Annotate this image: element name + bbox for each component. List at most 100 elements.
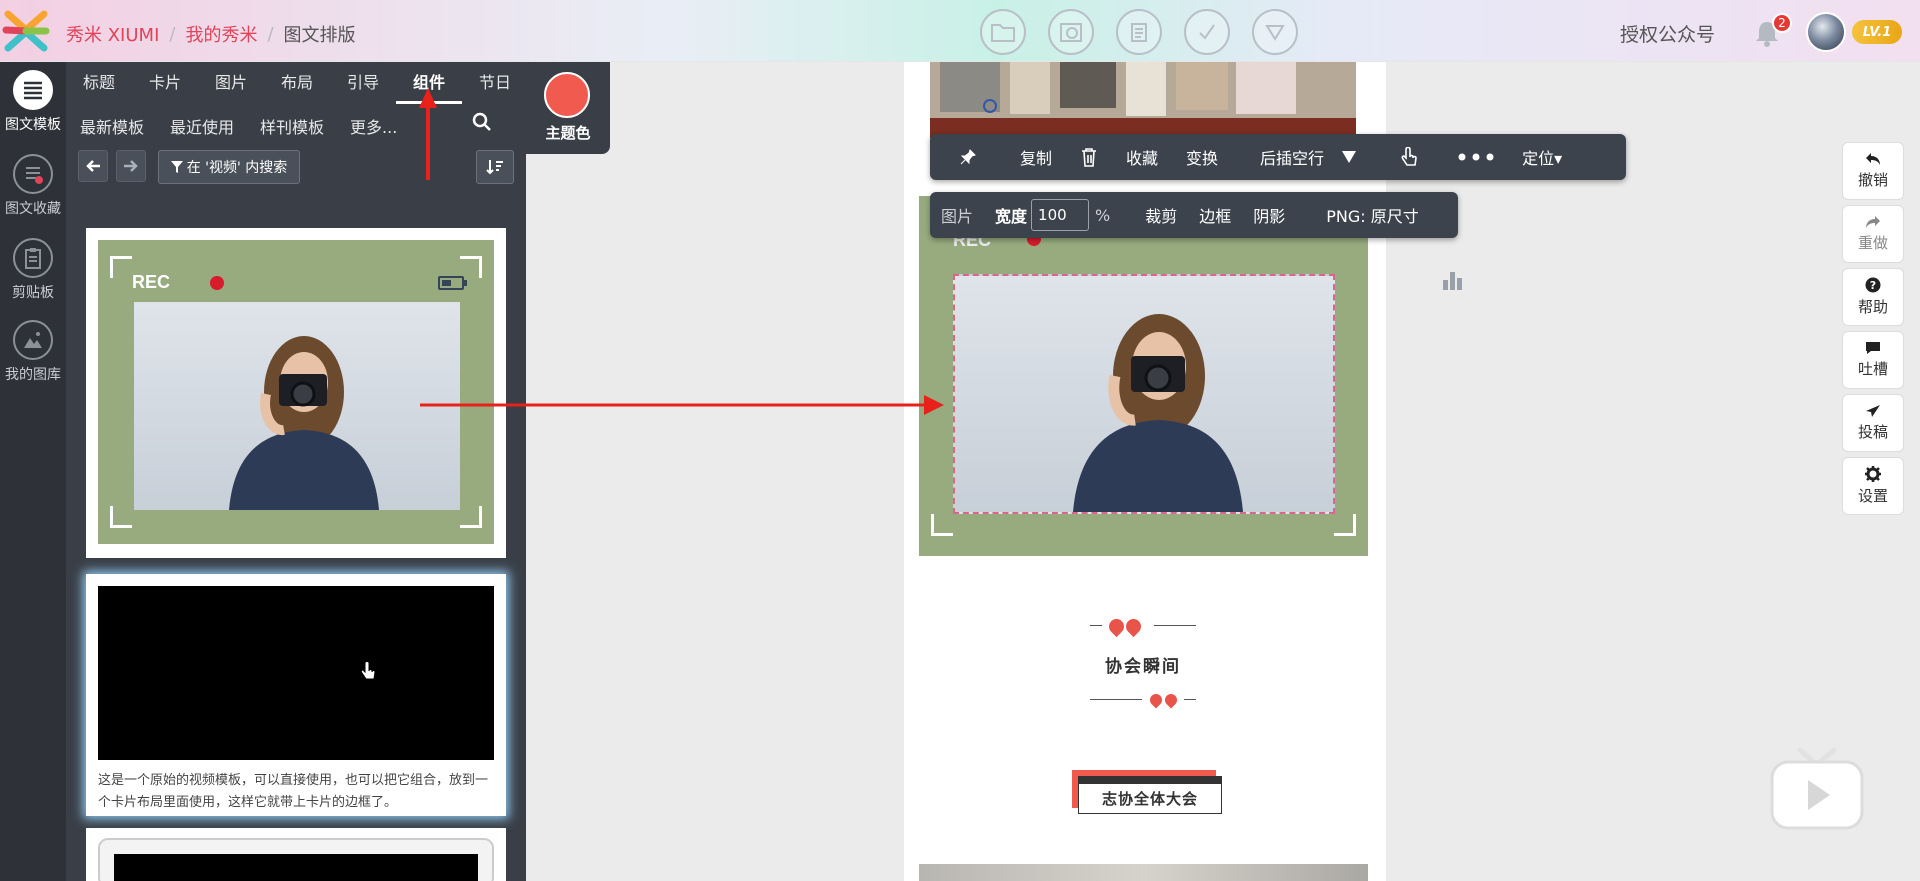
frame-corner-icon [931,514,953,536]
feedback-button[interactable]: 吐槽 [1842,331,1904,389]
template-video-placeholder[interactable]: 这是一个原始的视频模板，可以直接使用，也可以把它组合，放到一个卡片布局里面使用，… [86,574,506,816]
category-tabs: 标题 卡片 图片 布局 引导 组件 节日 [66,72,528,104]
authorize-account-link[interactable]: 授权公众号 [1620,20,1715,47]
redo-button[interactable]: 重做 [1842,205,1904,263]
copy-document-button[interactable] [1116,9,1162,55]
tab-image[interactable]: 图片 [198,72,264,104]
arrow-left-icon [86,160,100,172]
rec-label: REC [132,272,171,292]
sidebar-item-clipboard[interactable]: 剪贴板 [0,238,66,302]
breadcrumb-separator: / [267,23,274,45]
preview-button[interactable] [1184,9,1230,55]
video-placeholder[interactable] [98,586,494,760]
tab-components[interactable]: 组件 [396,72,462,104]
format-painter-button[interactable] [1370,134,1432,180]
tab-holidays[interactable]: 节日 [462,72,528,104]
open-folder-button[interactable] [980,9,1026,55]
tab-guide[interactable]: 引导 [330,72,396,104]
send-icon [1866,405,1880,417]
comment-icon [1866,342,1880,354]
sidebar-item-gallery[interactable]: 我的图库 [0,320,66,384]
image-label: 图片 [941,207,974,226]
help-label: 帮助 [1857,298,1888,316]
record-dot-icon [210,276,224,290]
trash-icon [1082,148,1097,167]
tab-layout[interactable]: 布局 [264,72,330,104]
quote-divider [1154,625,1196,626]
template-video-rounded[interactable] [86,828,506,881]
pin-icon [960,149,976,165]
feedback-label: 吐槽 [1857,360,1888,378]
xiumi-logo-icon[interactable] [2,10,50,52]
level-badge: LV.1 [1852,20,1902,44]
help-button[interactable]: ? 帮助 [1842,268,1904,326]
triangle-down-icon [1342,151,1357,163]
theme-color-picker[interactable]: 主题色 [526,62,610,154]
filter-search-button[interactable]: 在 '视频' 内搜索 [158,150,300,184]
canvas-top-image[interactable] [930,62,1356,138]
tag-title: 志协全体大会 [1078,776,1222,814]
tab-card[interactable]: 卡片 [132,72,198,104]
theme-color-swatch[interactable] [544,72,590,118]
redo-label: 重做 [1857,234,1888,252]
more-button[interactable] [1432,134,1508,180]
shadow-button[interactable]: 阴影 [1242,203,1315,227]
tab-title[interactable]: 标题 [66,72,132,104]
sub-tabs: 最新模板 最近使用 样刊模板 更多... [80,114,423,138]
favorite-button[interactable]: 收藏 [1112,134,1172,180]
template-description: 这是一个原始的视频模板，可以直接使用，也可以把它组合，放到一个卡片布局里面使用，… [98,773,489,810]
image-toolbar: 图片 宽度 % 裁剪 边框 阴影 PNG: 原尺寸 [930,192,1458,238]
hand-cursor-icon [360,662,376,680]
tab-sample-templates[interactable]: 样刊模板 [260,114,324,138]
border-button[interactable]: 边框 [1188,203,1242,227]
pin-button[interactable] [930,134,990,180]
camera-icon [1060,23,1082,42]
transform-button[interactable]: 变换 [1172,134,1246,180]
frame-corner-icon [110,506,132,528]
bar-chart-icon[interactable] [1440,266,1466,292]
insert-blank-line-dropdown[interactable] [1328,134,1370,180]
insert-blank-line-button[interactable]: 后插空行 [1246,134,1328,180]
sort-button[interactable] [476,150,514,184]
positioning-dropdown[interactable]: 定位▾ [1508,134,1576,180]
breadcrumb-my-xiumi-link[interactable]: 我的秀米 [185,21,257,47]
tab-latest-templates[interactable]: 最新模板 [80,114,144,138]
hand-pointer-icon [1401,147,1417,166]
video-placeholder [114,854,478,881]
png-size-button[interactable]: PNG: 原尺寸 [1315,203,1430,227]
settings-button[interactable]: 设置 [1842,457,1904,515]
section-heading[interactable]: 协会瞬间 [1070,652,1216,677]
play-video-icon[interactable] [1770,746,1864,832]
more-options-button[interactable] [1252,9,1298,55]
clipboard-icon [13,238,53,278]
breadcrumb-home-link[interactable]: 秀米 XIUMI [66,21,159,47]
sidebar-item-label: 剪贴板 [12,285,54,301]
left-sidebar: 图文模板 图文收藏 剪贴板 我的图库 [0,62,66,881]
selected-photo[interactable] [953,274,1335,514]
title-tag-box[interactable]: 志协全体大会 [1072,770,1222,814]
tab-more[interactable]: 更多... [350,114,397,138]
width-label: 宽度 [995,207,1028,226]
undo-icon [1866,153,1880,165]
canvas-rec-card[interactable]: REC [919,196,1368,556]
tab-recently-used[interactable]: 最近使用 [170,114,234,138]
save-as-button[interactable] [1048,9,1094,55]
sidebar-item-templates[interactable]: 图文模板 [0,70,66,134]
block-toolbar: 复制 收藏 变换 后插空行 定位▾ [930,134,1626,180]
template-rec-camera-frame[interactable]: REC [86,228,506,558]
copy-button[interactable]: 复制 [990,134,1066,180]
forward-button[interactable] [116,150,146,182]
crop-button[interactable]: 裁剪 [1134,203,1188,227]
undo-button[interactable]: 撤销 [1842,142,1904,200]
avatar[interactable] [1806,12,1846,52]
gear-icon [1865,466,1881,482]
sidebar-item-favorites[interactable]: 图文收藏 [0,154,66,218]
submit-article-button[interactable]: 投稿 [1842,394,1904,452]
width-input[interactable] [1031,199,1090,231]
list-icon [13,70,53,110]
canvas-bottom-image[interactable] [919,864,1368,881]
search-icon[interactable] [470,110,494,134]
back-button[interactable] [78,150,108,182]
more-dots-icon [1458,153,1494,161]
delete-button[interactable] [1066,134,1112,180]
